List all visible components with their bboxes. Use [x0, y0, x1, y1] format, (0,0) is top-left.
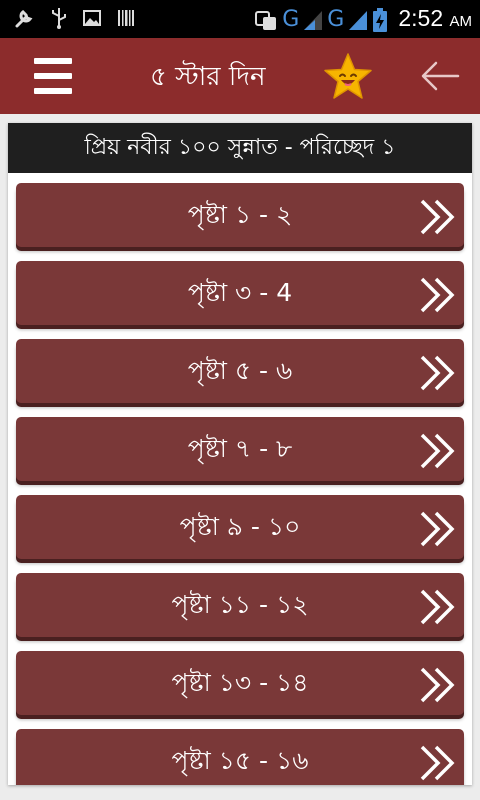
double-chevron-right-icon: [420, 199, 455, 235]
hamburger-menu-icon[interactable]: [34, 58, 72, 94]
wrench-icon: [15, 10, 33, 28]
page-list-item[interactable]: পৃষ্টা ১১ - ১২: [16, 573, 464, 637]
section-header: প্রিয় নবীর ১০০ সুন্নাত - পরিচ্ছেদ ১: [8, 123, 472, 173]
status-bar: G G 2:52 AM: [0, 0, 480, 38]
page-item-label: পৃষ্টা ৫ - ৬: [187, 356, 293, 385]
translate-icon: [255, 11, 277, 30]
page-item-label: পৃষ্টা ১১ - ১২: [171, 590, 309, 619]
page-list-item[interactable]: পৃষ্টা ১ - ২: [16, 183, 464, 247]
battery-charging-icon: [373, 8, 388, 32]
double-chevron-right-icon: [420, 355, 455, 391]
page-item-label: পৃষ্টা ৭ - ৮: [187, 434, 293, 463]
image-icon: [83, 10, 101, 26]
page-item-label: পৃষ্টা ৯ - ১০: [179, 512, 301, 541]
page-list-item[interactable]: পৃষ্টা ৭ - ৮: [16, 417, 464, 481]
double-chevron-right-icon: [420, 745, 455, 781]
arrow-left-icon[interactable]: [420, 60, 460, 92]
rate-app-title[interactable]: ৫ স্টার দিন: [150, 57, 310, 97]
network-type-label: G: [327, 7, 345, 32]
double-chevron-right-icon: [420, 433, 455, 469]
smiling-star-icon[interactable]: [322, 52, 374, 102]
double-chevron-right-icon: [420, 511, 455, 547]
page-item-label: পৃষ্টা ৩ - 4: [187, 278, 293, 307]
usb-icon: [52, 8, 66, 29]
page-list-item[interactable]: পৃষ্টা ৩ - 4: [16, 261, 464, 325]
signal-icon: [349, 11, 368, 30]
double-chevron-right-icon: [420, 277, 455, 313]
page-item-label: পৃষ্টা ১ - ২: [187, 200, 293, 229]
page-item-label: পৃষ্টা ১৩ - ১৪: [171, 668, 309, 697]
page-list-item[interactable]: পৃষ্টা ৯ - ১০: [16, 495, 464, 559]
page-item-label: পৃষ্টা ১৫ - ১৬: [171, 746, 309, 775]
page-list-item[interactable]: পৃষ্টা ১৩ - ১৪: [16, 651, 464, 715]
network-type-label: G: [282, 7, 300, 32]
chapter-card: প্রিয় নবীর ১০০ সুন্নাত - পরিচ্ছেদ ১ পৃষ…: [8, 123, 472, 785]
page-list-item[interactable]: পৃষ্টা ৫ - ৬: [16, 339, 464, 403]
page-list-item[interactable]: পৃষ্টা ১৫ - ১৬: [16, 729, 464, 785]
barcode-icon: [118, 10, 134, 26]
app-bar: ৫ স্টার দিন: [0, 38, 480, 114]
double-chevron-right-icon: [420, 589, 455, 625]
clock: 2:52 AM: [398, 5, 472, 31]
signal-icon: [304, 11, 323, 30]
double-chevron-right-icon: [420, 667, 455, 703]
